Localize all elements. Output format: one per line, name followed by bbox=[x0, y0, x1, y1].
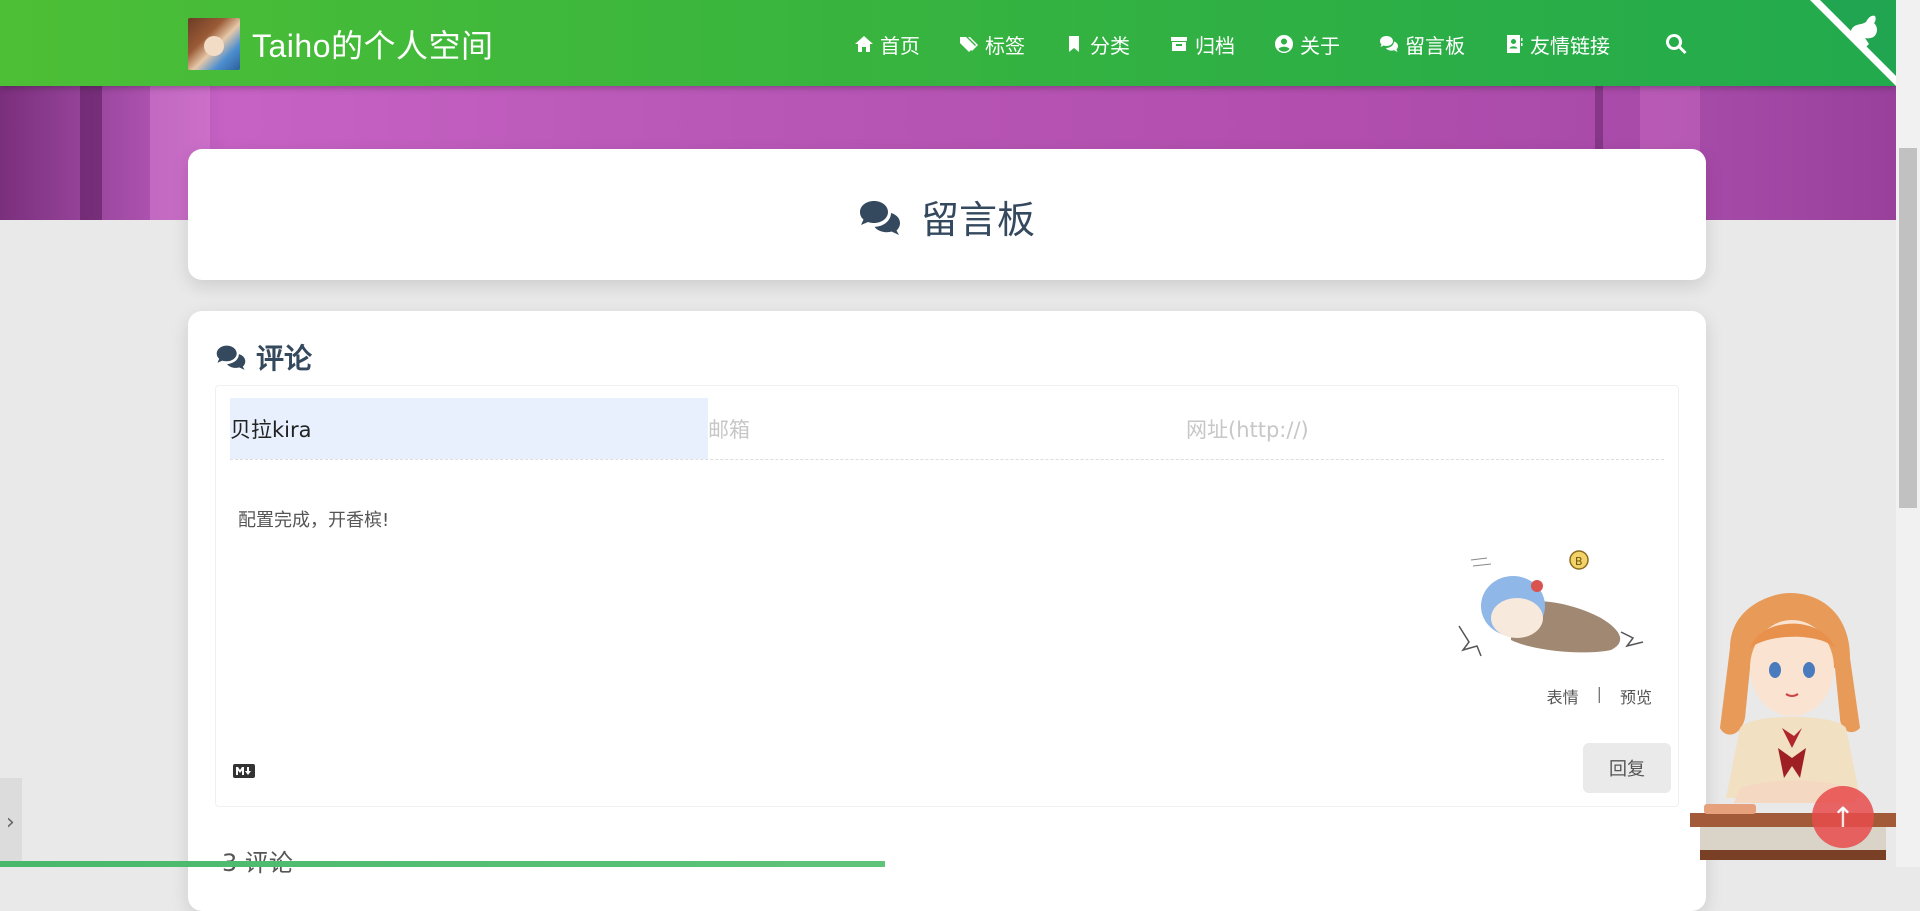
top-navbar: Taiho的个人空间 首页 标签 分类 归档 关于 留言板 友情链接 bbox=[0, 0, 1896, 86]
comment-heading-label: 评论 bbox=[256, 342, 313, 375]
back-to-top-button[interactable]: ↑ bbox=[1812, 786, 1874, 848]
nav-item-label: 分类 bbox=[1090, 33, 1130, 58]
editor-toolbar: 表情 | 预览 bbox=[1547, 684, 1652, 708]
archive-icon bbox=[1171, 37, 1187, 51]
chevron-right-icon: › bbox=[6, 810, 15, 835]
user-circle-icon bbox=[1275, 35, 1294, 53]
nav-item-friend-links[interactable]: 友情链接 bbox=[1504, 30, 1610, 59]
comment-meta-inputs: 贝拉kira 邮箱 网址(http://) bbox=[230, 398, 1664, 460]
site-avatar bbox=[188, 18, 240, 70]
address-book-icon bbox=[1507, 35, 1523, 53]
email-input[interactable]: 邮箱 bbox=[708, 398, 1186, 459]
nickname-input[interactable]: 贝拉kira bbox=[230, 398, 708, 459]
page-title-card: 留言板 bbox=[188, 149, 1706, 280]
nav-item-label: 标签 bbox=[985, 33, 1025, 58]
bookmark-icon bbox=[1069, 36, 1079, 52]
textarea-mascot-illustration: B bbox=[1458, 550, 1644, 657]
site-brand[interactable]: Taiho的个人空间 bbox=[188, 18, 494, 70]
tags-icon bbox=[960, 37, 978, 52]
page-title: 留言板 bbox=[920, 198, 1035, 242]
comment-section: 评论 贝拉kira 邮箱 网址(http://) 配置完成，开香槟! B 表情 … bbox=[188, 311, 1706, 911]
emoji-button[interactable]: 表情 bbox=[1547, 684, 1579, 708]
page-heading: 留言板 bbox=[188, 189, 1706, 244]
markdown-icon[interactable] bbox=[232, 762, 256, 780]
nav-item-label: 归档 bbox=[1195, 33, 1235, 58]
nav-item-tags[interactable]: 标签 bbox=[959, 30, 1025, 59]
nav-item-label: 首页 bbox=[880, 33, 920, 58]
nav-item-label: 友情链接 bbox=[1530, 33, 1610, 58]
home-icon bbox=[855, 36, 873, 52]
nav-item-categories[interactable]: 分类 bbox=[1064, 30, 1130, 59]
nav-item-home[interactable]: 首页 bbox=[854, 30, 920, 59]
svg-text:B: B bbox=[1575, 555, 1583, 568]
arrow-up-icon: ↑ bbox=[1831, 800, 1855, 834]
site-title: Taiho的个人空间 bbox=[252, 28, 494, 64]
comments-icon bbox=[216, 345, 246, 370]
nav-item-archive[interactable]: 归档 bbox=[1169, 30, 1235, 59]
github-corner[interactable] bbox=[1810, 0, 1896, 86]
reply-button[interactable]: 回复 bbox=[1583, 743, 1671, 793]
search-button[interactable] bbox=[1665, 33, 1687, 55]
comments-icon bbox=[1380, 36, 1398, 52]
comment-form: 贝拉kira 邮箱 网址(http://) 配置完成，开香槟! B 表情 | 预… bbox=[215, 385, 1679, 807]
search-icon bbox=[1666, 33, 1687, 54]
comment-heading: 评论 bbox=[216, 337, 312, 377]
nav-item-label: 关于 bbox=[1300, 33, 1340, 58]
toolbar-separator: | bbox=[1596, 684, 1602, 703]
website-input[interactable]: 网址(http://) bbox=[1186, 398, 1664, 459]
reading-progress-bar bbox=[0, 861, 886, 867]
scrollbar-thumb[interactable] bbox=[1899, 148, 1917, 508]
nav-item-label: 留言板 bbox=[1405, 33, 1465, 58]
main-nav: 首页 标签 分类 归档 关于 留言板 友情链接 bbox=[854, 24, 1649, 64]
comments-icon bbox=[859, 200, 900, 235]
sidebar-toggle[interactable]: › bbox=[0, 778, 22, 867]
nav-item-guestbook[interactable]: 留言板 bbox=[1379, 30, 1465, 59]
nav-item-about[interactable]: 关于 bbox=[1274, 30, 1340, 59]
preview-button[interactable]: 预览 bbox=[1620, 684, 1652, 708]
comment-textarea[interactable]: 配置完成，开香槟! bbox=[238, 506, 389, 532]
